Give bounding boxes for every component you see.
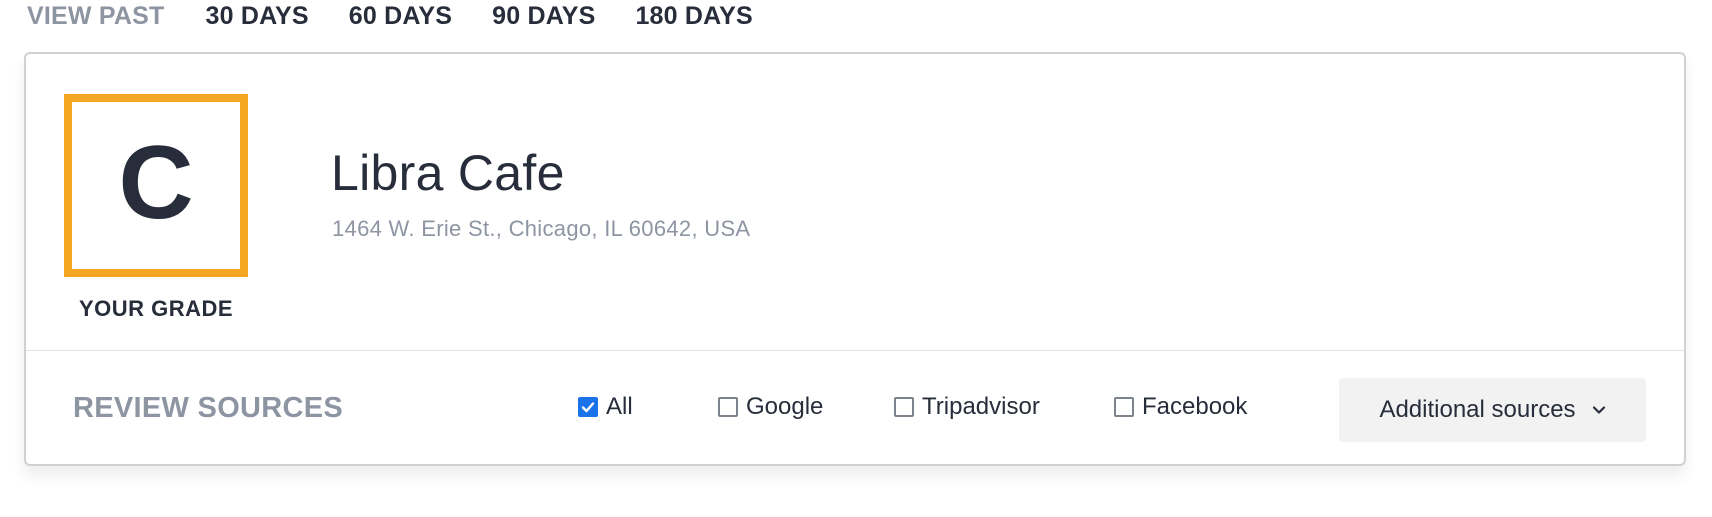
source-label-google: Google (746, 393, 824, 420)
source-checkbox-all[interactable]: All (578, 393, 633, 420)
checkbox-unchecked-icon[interactable] (718, 397, 738, 417)
view-past-label: VIEW PAST (27, 1, 165, 30)
checkbox-unchecked-icon[interactable] (894, 397, 914, 417)
chevron-down-icon (1592, 405, 1606, 415)
source-label-tripadvisor: Tripadvisor (922, 393, 1040, 420)
business-card: C YOUR GRADE Libra Cafe 1464 W. Erie St.… (24, 52, 1686, 466)
view-past-90-days[interactable]: 90 DAYS (492, 2, 595, 31)
additional-sources-dropdown[interactable]: Additional sources (1339, 378, 1646, 442)
source-checkbox-tripadvisor[interactable]: Tripadvisor (894, 393, 1040, 420)
divider (26, 350, 1684, 351)
source-checkbox-google[interactable]: Google (718, 393, 824, 420)
grade-letter: C (118, 124, 194, 241)
additional-sources-label: Additional sources (1379, 396, 1576, 423)
view-past-180-days[interactable]: 180 DAYS (635, 2, 752, 31)
view-past-30-days[interactable]: 30 DAYS (205, 2, 308, 31)
checkbox-unchecked-icon[interactable] (1114, 397, 1134, 417)
grade-box: C (64, 94, 248, 277)
view-past-filter: VIEW PAST 30 DAYS 60 DAYS 90 DAYS 180 DA… (27, 0, 793, 32)
source-label-all: All (606, 393, 633, 420)
business-name: Libra Cafe (331, 145, 565, 201)
review-sources-label: REVIEW SOURCES (73, 392, 344, 424)
grade-label: YOUR GRADE (78, 296, 234, 321)
checkbox-checked-icon[interactable] (578, 397, 598, 417)
view-past-60-days[interactable]: 60 DAYS (349, 2, 452, 31)
source-label-facebook: Facebook (1142, 393, 1248, 420)
source-checkbox-facebook[interactable]: Facebook (1114, 393, 1248, 420)
business-address: 1464 W. Erie St., Chicago, IL 60642, USA (332, 216, 751, 241)
